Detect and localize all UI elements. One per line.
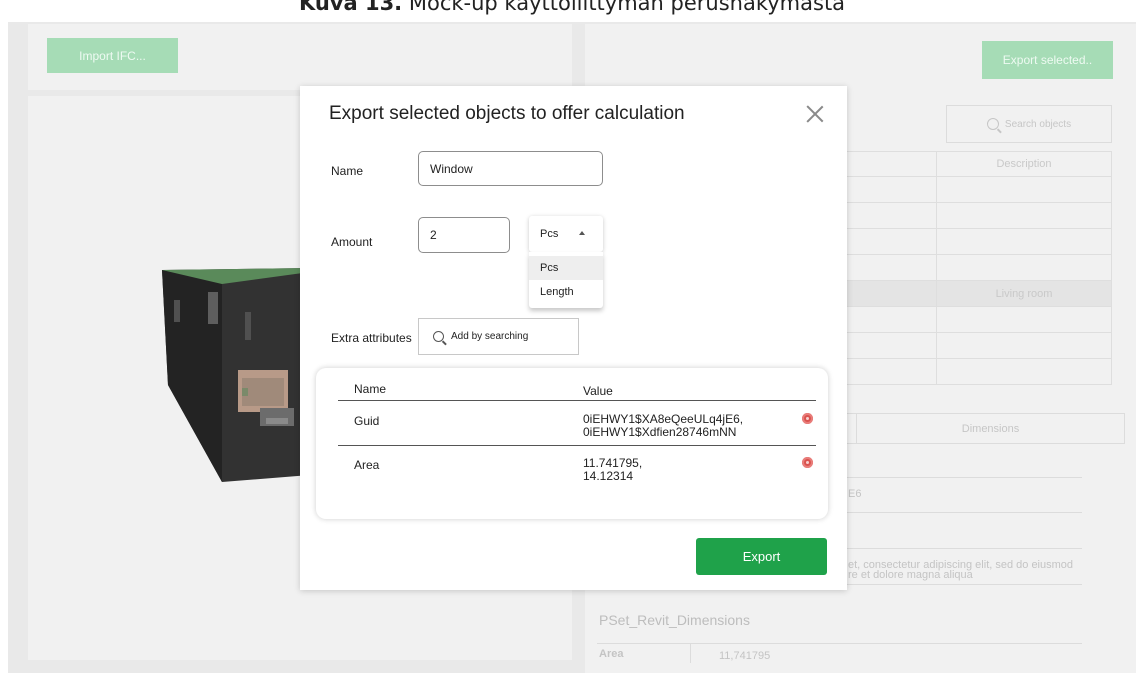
table-row[interactable] bbox=[846, 177, 1112, 203]
pset-title: PSet_Revit_Dimensions bbox=[599, 612, 750, 628]
table-row[interactable] bbox=[846, 203, 1112, 229]
import-ifc-button[interactable]: Import IFC... bbox=[47, 38, 178, 73]
divider bbox=[690, 643, 691, 663]
attribute-value: 11.741795, 14.12314 bbox=[583, 456, 643, 483]
table-row-selected[interactable]: Living room bbox=[846, 281, 1112, 307]
search-icon bbox=[433, 331, 444, 342]
export-selected-button[interactable]: Export selected.. bbox=[982, 41, 1113, 79]
table-row[interactable] bbox=[846, 307, 1112, 333]
attribute-search-placeholder: Add by searching bbox=[451, 331, 529, 342]
divider bbox=[846, 548, 1082, 549]
remove-icon[interactable] bbox=[802, 413, 813, 424]
unit-select[interactable]: Pcs bbox=[529, 216, 603, 252]
amount-value: 2 bbox=[430, 228, 437, 242]
tab-general[interactable] bbox=[847, 414, 857, 443]
name-field[interactable]: Window bbox=[418, 151, 603, 186]
attribute-search-input[interactable]: Add by searching bbox=[418, 318, 579, 355]
extra-attributes-label: Extra attributes bbox=[331, 331, 412, 345]
attribute-name: Guid bbox=[354, 414, 380, 428]
close-icon[interactable] bbox=[805, 104, 825, 124]
unit-option-pcs[interactable]: Pcs bbox=[529, 256, 603, 280]
divider bbox=[597, 643, 1082, 644]
pset-area-value: 11,741795 bbox=[719, 650, 771, 662]
unit-option-length[interactable]: Length bbox=[529, 280, 603, 304]
guid-fragment: E6 bbox=[848, 488, 862, 500]
pset-area-label: Area bbox=[599, 648, 624, 660]
attributes-table: Name Value Guid 0iEHWY1$XA8eQeeULq4jE6, 0… bbox=[316, 368, 828, 519]
search-icon bbox=[986, 118, 999, 130]
caret-up-icon bbox=[579, 231, 585, 235]
divider bbox=[846, 512, 1082, 513]
name-value: Window bbox=[430, 161, 473, 176]
name-label: Name bbox=[331, 164, 364, 178]
column-header-name: Name bbox=[354, 382, 387, 396]
table-row[interactable] bbox=[846, 333, 1112, 359]
export-button[interactable]: Export bbox=[696, 538, 827, 575]
objects-table: Description Living room bbox=[846, 151, 1112, 385]
table-row[interactable]: Description bbox=[846, 151, 1112, 177]
table-row[interactable] bbox=[846, 229, 1112, 255]
amount-field[interactable]: 2 bbox=[418, 217, 510, 253]
caption-text: Mock-up käyttöliittymän perusnäkymästä bbox=[402, 0, 846, 15]
remove-icon[interactable] bbox=[802, 457, 813, 468]
table-row: Guid 0iEHWY1$XA8eQeeULq4jE6, 0iEHWY1$Xdfi… bbox=[338, 410, 816, 446]
attribute-name: Area bbox=[354, 458, 380, 472]
export-dialog: Export selected objects to offer calcula… bbox=[300, 86, 847, 590]
table-row[interactable] bbox=[846, 255, 1112, 281]
table-row: Area 11.741795, 14.12314 bbox=[338, 454, 816, 494]
unit-dropdown: Pcs Length bbox=[529, 252, 603, 308]
table-row[interactable] bbox=[846, 359, 1112, 385]
unit-selected-value: Pcs bbox=[540, 228, 559, 240]
search-objects-input[interactable]: Search objects bbox=[946, 105, 1112, 143]
attributes-header: Name Value bbox=[338, 382, 816, 401]
search-placeholder: Search objects bbox=[1004, 118, 1072, 130]
attribute-value: 0iEHWY1$XA8eQeeULq4jE6, 0iEHWY1$Xdfien287… bbox=[583, 412, 744, 439]
dialog-title: Export selected objects to offer calcula… bbox=[329, 103, 685, 124]
amount-label: Amount bbox=[331, 235, 373, 249]
description-fragment: re et dolore magna aliqua bbox=[848, 569, 973, 581]
figure-caption: Kuva 13. Mock-up käyttöliittymän perusnä… bbox=[0, 0, 1144, 15]
tab-dimensions[interactable]: Dimensions bbox=[857, 414, 1124, 443]
caption-label: Kuva 13. bbox=[298, 0, 403, 15]
column-header-value: Value bbox=[583, 384, 613, 398]
properties-tabs: Dimensions bbox=[846, 413, 1125, 444]
divider bbox=[846, 584, 1082, 585]
building-model-render bbox=[162, 268, 310, 482]
divider bbox=[846, 477, 1082, 478]
description-header: Description bbox=[996, 158, 1052, 170]
